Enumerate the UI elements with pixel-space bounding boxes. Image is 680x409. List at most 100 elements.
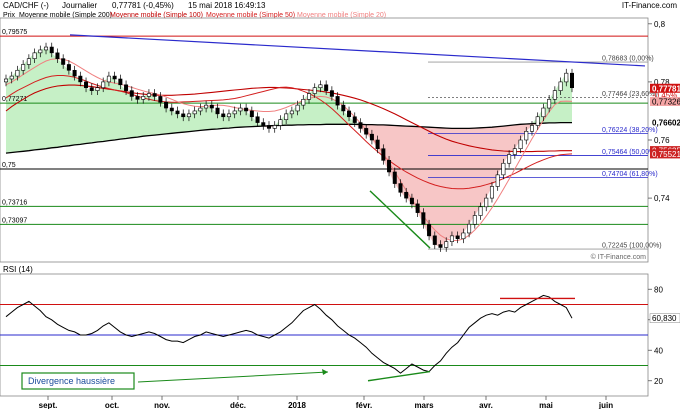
rsi-y-tick-label-2: 40 — [654, 346, 663, 355]
candle-body-12 — [72, 69, 77, 77]
candle-body-67 — [387, 160, 392, 173]
candle-body-99 — [570, 72, 574, 89]
candle-body-37 — [215, 107, 220, 115]
header-last-change: 0,77781 (-0,45%) — [112, 1, 174, 10]
level-label-0: 0,79575 — [2, 29, 27, 36]
candle-body-74 — [427, 223, 432, 237]
candle-body-31 — [181, 113, 186, 118]
candle-body-87 — [501, 162, 506, 176]
brand-label: IT-Finance.com — [622, 1, 677, 10]
candle-body-44 — [255, 116, 260, 123]
rsi-y-tick-label-0: 80 — [654, 285, 663, 294]
candle-body-52 — [301, 99, 306, 106]
candle-body-72 — [415, 203, 420, 213]
candle-body-55 — [318, 84, 323, 89]
candle-body-62 — [358, 122, 363, 129]
candle-body-59 — [341, 104, 346, 112]
candle-body-94 — [541, 107, 546, 118]
candle-body-89 — [512, 148, 517, 155]
candle-body-56 — [324, 84, 329, 91]
candle-body-86 — [495, 174, 500, 187]
candle-body-76 — [438, 244, 443, 248]
candle-body-34 — [198, 107, 203, 112]
candle-body-7 — [44, 46, 49, 51]
candle-body-5 — [32, 52, 37, 59]
candle-body-98 — [564, 72, 569, 83]
candle-body-51 — [295, 104, 300, 112]
candle-body-69 — [398, 183, 403, 193]
candle-body-47 — [272, 125, 277, 129]
level-label-3: 0,73716 — [2, 199, 27, 206]
candle-body-40 — [232, 110, 237, 115]
candle-body-49 — [284, 113, 289, 120]
candle-body-18 — [106, 75, 111, 83]
rsi-last-value: 60,830 — [652, 314, 677, 323]
candle-body-81 — [467, 223, 472, 234]
candle-body-58 — [335, 96, 340, 106]
candle-body-85 — [489, 186, 494, 199]
candle-body-63 — [364, 128, 369, 135]
candle-body-82 — [472, 215, 477, 225]
candle-body-1 — [9, 75, 14, 80]
candle-body-88 — [507, 154, 512, 164]
candle-body-68 — [392, 171, 397, 184]
candle-body-0 — [4, 78, 8, 83]
x-tick-label-4: 2018 — [288, 401, 306, 409]
candle-body-16 — [95, 87, 100, 91]
fib-label-1: 0,77464 (23,60%) — [602, 91, 658, 98]
candle-body-91 — [524, 130, 529, 141]
fib-label-3: 0,75464 (50,00%) — [602, 149, 658, 156]
rsi-title: RSI (14) — [3, 265, 33, 274]
x-tick-label-6: mars — [414, 401, 434, 409]
candle-body-13 — [78, 75, 83, 83]
fib-label-5: 0,72245 (100,00%) — [602, 243, 662, 250]
candle-body-64 — [369, 133, 374, 141]
candle-body-77 — [444, 241, 449, 248]
candle-body-39 — [226, 113, 231, 118]
fib-label-4: 0,74704 (61,80%) — [602, 171, 658, 178]
x-tick-label-0: sept. — [39, 401, 58, 409]
candle-body-23 — [135, 96, 140, 100]
candle-body-3 — [21, 64, 26, 71]
candle-body-50 — [289, 110, 294, 115]
candle-body-22 — [129, 90, 134, 97]
candle-body-80 — [461, 232, 466, 240]
candle-body-35 — [204, 104, 209, 109]
right-label-2: 0,77326 — [652, 97, 680, 106]
level-label-2: 0,75 — [2, 162, 16, 169]
candle-body-20 — [118, 78, 123, 86]
price-right-labels: 0,77781-0,45%0,773260,766020,756350,7552… — [650, 83, 680, 159]
candle-body-61 — [352, 116, 357, 123]
candle-body-29 — [169, 107, 174, 112]
candle-body-97 — [558, 81, 563, 91]
candle-body-43 — [249, 110, 254, 118]
candle-body-36 — [209, 104, 214, 109]
candle-body-95 — [547, 99, 552, 109]
copyright-label: © IT-Finance.com — [591, 253, 647, 261]
candle-body-65 — [375, 139, 380, 150]
candle-body-9 — [55, 52, 60, 59]
candle-body-90 — [518, 139, 523, 150]
level-label-4: 0,73097 — [2, 217, 27, 224]
x-tick-label-1: oct. — [105, 401, 119, 409]
candle-body-27 — [158, 96, 163, 103]
x-tick-label-3: déc. — [230, 401, 246, 409]
right-label-3: 0,76602 — [652, 119, 680, 128]
candle-body-79 — [455, 235, 460, 240]
x-tick-label-5: févr. — [356, 401, 372, 409]
candle-body-19 — [112, 75, 117, 80]
candle-body-93 — [535, 116, 540, 126]
candle-body-25 — [146, 93, 151, 97]
y-tick-label-2: 0,76 — [654, 136, 670, 145]
candle-body-71 — [409, 197, 414, 205]
candle-body-53 — [307, 93, 312, 100]
candle-body-24 — [141, 96, 146, 100]
divergence-label: Divergence haussière — [28, 376, 115, 386]
candle-body-92 — [529, 125, 534, 132]
candle-body-57 — [329, 90, 334, 97]
x-tick-label-2: nov. — [154, 401, 170, 409]
header-timestamp: 15 mai 2018 16:49:13 — [188, 1, 266, 10]
x-tick-label-7: avr. — [479, 401, 493, 409]
candle-body-45 — [261, 122, 266, 126]
candle-body-54 — [312, 87, 317, 94]
